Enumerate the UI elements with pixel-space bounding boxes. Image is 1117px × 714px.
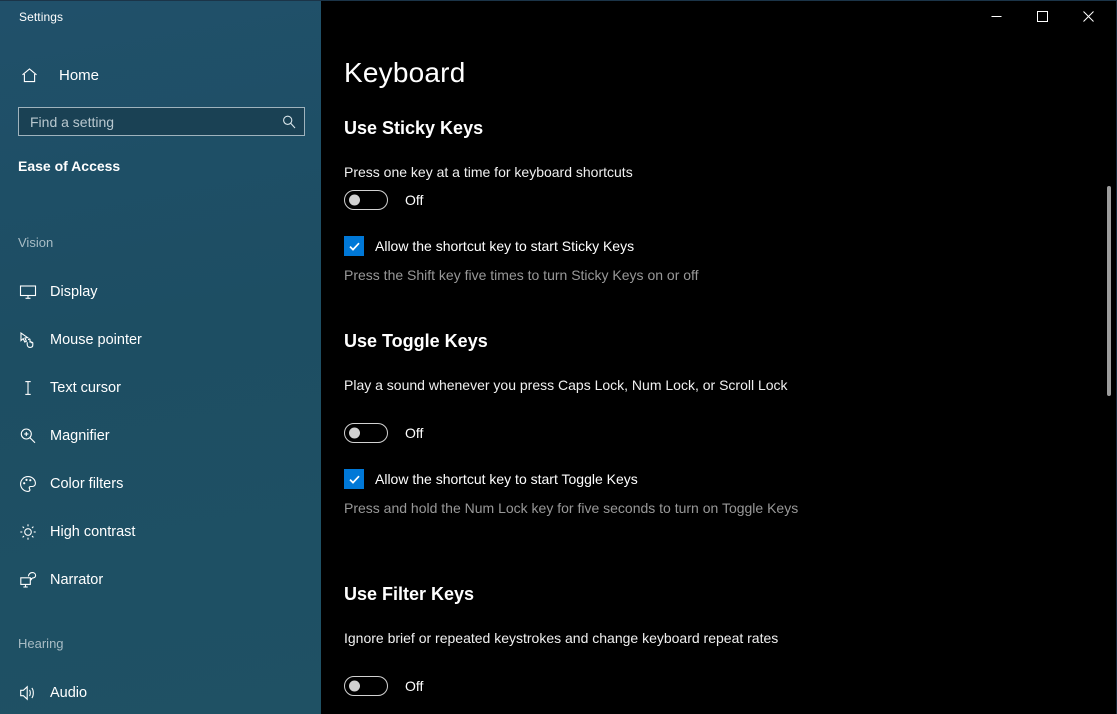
text-cursor-icon — [16, 379, 40, 397]
sticky-keys-toggle[interactable] — [344, 190, 388, 210]
sidebar-group-hearing: Hearing — [18, 636, 64, 651]
sticky-keys-toggle-row: Off — [344, 190, 423, 210]
section-description-sticky-keys: Press one key at a time for keyboard sho… — [344, 163, 794, 182]
sidebar-item-mouse-pointer[interactable]: Mouse pointer — [0, 322, 321, 357]
sidebar-item-text-cursor-label: Text cursor — [50, 380, 121, 396]
speaker-icon — [16, 684, 40, 702]
toggle-keys-toggle-row: Off — [344, 423, 423, 443]
sidebar-item-color-filters-label: Color filters — [50, 476, 123, 492]
sidebar-item-magnifier-label: Magnifier — [50, 428, 110, 444]
sticky-keys-shortcut-row: Allow the shortcut key to start Sticky K… — [344, 236, 634, 256]
page-title: Keyboard — [344, 57, 465, 89]
search-box[interactable] — [18, 107, 305, 136]
settings-window: Settings Home Ease of Access Vision — [0, 0, 1117, 714]
sidebar-item-display[interactable]: Display — [0, 274, 321, 309]
sidebar-item-home-label: Home — [59, 67, 99, 84]
minimize-button[interactable] — [973, 1, 1019, 31]
section-heading-sticky-keys: Use Sticky Keys — [344, 118, 483, 139]
app-title: Settings — [19, 10, 63, 24]
sidebar-item-high-contrast-label: High contrast — [50, 524, 135, 540]
monitor-icon — [16, 283, 40, 301]
toggle-keys-shortcut-row: Allow the shortcut key to start Toggle K… — [344, 469, 638, 489]
window-controls — [973, 1, 1117, 31]
toggle-keys-shortcut-checkbox[interactable] — [344, 469, 364, 489]
mouse-pointer-icon — [16, 331, 40, 349]
sidebar: Settings Home Ease of Access Vision — [0, 1, 321, 714]
toggle-knob — [349, 195, 360, 206]
color-palette-icon — [16, 475, 40, 493]
sidebar-item-text-cursor[interactable]: Text cursor — [0, 370, 321, 405]
sidebar-item-mouse-pointer-label: Mouse pointer — [50, 332, 142, 348]
filter-keys-toggle[interactable] — [344, 676, 388, 696]
filter-keys-toggle-row: Off — [344, 676, 423, 696]
sticky-keys-hint: Press the Shift key five times to turn S… — [344, 266, 804, 285]
section-description-toggle-keys: Play a sound whenever you press Caps Loc… — [344, 376, 794, 395]
sidebar-item-high-contrast[interactable]: High contrast — [0, 514, 321, 549]
scrollbar-thumb[interactable] — [1107, 186, 1111, 396]
toggle-knob — [349, 681, 360, 692]
sidebar-group-vision: Vision — [18, 235, 53, 250]
sidebar-item-narrator[interactable]: Narrator — [0, 562, 321, 597]
home-icon — [14, 67, 44, 84]
search-icon[interactable] — [274, 108, 304, 135]
toggle-keys-toggle[interactable] — [344, 423, 388, 443]
toggle-keys-toggle-state: Off — [405, 425, 423, 441]
filter-keys-toggle-state: Off — [405, 678, 423, 694]
section-heading-toggle-keys: Use Toggle Keys — [344, 331, 488, 352]
narrator-icon — [16, 571, 40, 589]
search-input[interactable] — [19, 108, 274, 135]
main-content: Keyboard Use Sticky Keys Press one key a… — [321, 1, 1117, 714]
sidebar-item-magnifier[interactable]: Magnifier — [0, 418, 321, 453]
close-button[interactable] — [1065, 1, 1111, 31]
toggle-keys-shortcut-label: Allow the shortcut key to start Toggle K… — [375, 471, 638, 487]
sticky-keys-shortcut-label: Allow the shortcut key to start Sticky K… — [375, 238, 634, 254]
vertical-scrollbar[interactable] — [1103, 31, 1115, 711]
sidebar-item-audio-label: Audio — [50, 685, 87, 701]
magnifier-icon — [16, 427, 40, 445]
maximize-button[interactable] — [1019, 1, 1065, 31]
sidebar-item-home[interactable]: Home — [10, 60, 310, 90]
toggle-knob — [349, 428, 360, 439]
section-description-filter-keys: Ignore brief or repeated keystrokes and … — [344, 629, 794, 648]
brightness-icon — [16, 523, 40, 541]
sidebar-item-audio[interactable]: Audio — [0, 675, 321, 710]
sidebar-item-color-filters[interactable]: Color filters — [0, 466, 321, 501]
sidebar-item-narrator-label: Narrator — [50, 572, 103, 588]
toggle-keys-hint: Press and hold the Num Lock key for five… — [344, 499, 804, 518]
sidebar-category-title: Ease of Access — [18, 158, 120, 174]
sidebar-item-display-label: Display — [50, 284, 98, 300]
sticky-keys-shortcut-checkbox[interactable] — [344, 236, 364, 256]
sticky-keys-toggle-state: Off — [405, 192, 423, 208]
section-heading-filter-keys: Use Filter Keys — [344, 584, 474, 605]
